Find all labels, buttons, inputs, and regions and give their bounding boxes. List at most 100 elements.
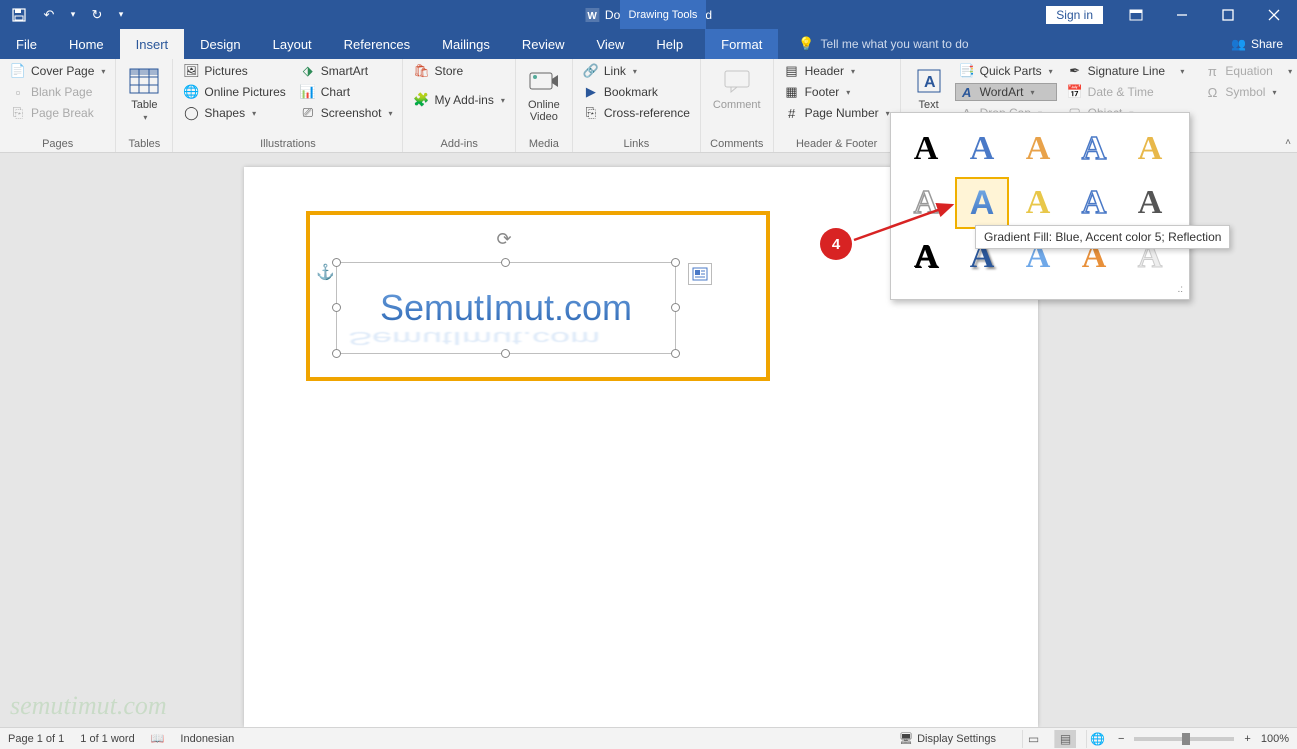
comment-icon — [721, 65, 753, 97]
close-button[interactable] — [1251, 0, 1297, 29]
group-header-footer: ▤Header▾ ▦Footer▾ #Page Number▾ Header &… — [774, 59, 901, 152]
layout-options-button[interactable] — [688, 263, 712, 285]
maximize-button[interactable] — [1205, 0, 1251, 29]
footer-icon: ▦ — [784, 84, 800, 100]
shapes-button[interactable]: ◯Shapes▾ — [179, 104, 289, 122]
footer-button[interactable]: ▦Footer▾ — [780, 83, 894, 101]
table-button[interactable]: Table▾ — [122, 62, 166, 136]
online-video-button[interactable]: Online Video — [522, 62, 566, 136]
pictures-button[interactable]: 🖼Pictures — [179, 62, 289, 80]
video-icon — [528, 65, 560, 97]
collapse-ribbon-button[interactable]: ˄ — [1285, 137, 1291, 148]
group-label-headerfooter: Header & Footer — [780, 136, 894, 150]
signature-icon: ✒ — [1067, 63, 1083, 79]
tab-insert[interactable]: Insert — [120, 29, 185, 59]
header-icon: ▤ — [784, 63, 800, 79]
status-page[interactable]: Page 1 of 1 — [8, 733, 64, 745]
symbol-button[interactable]: ΩSymbol▾ — [1200, 83, 1296, 101]
gallery-resize-icon[interactable]: .: — [1177, 284, 1183, 295]
tab-file[interactable]: File — [0, 29, 53, 59]
redo-button[interactable]: ↻ — [84, 3, 110, 27]
qat-customize[interactable]: ▾ — [114, 3, 128, 27]
tab-references[interactable]: References — [328, 29, 426, 59]
wordart-button[interactable]: AWordArt▾ — [955, 83, 1057, 101]
tab-design[interactable]: Design — [184, 29, 256, 59]
wordart-style-2[interactable]: A — [955, 123, 1009, 175]
my-addins-button[interactable]: 🧩My Add-ins▾ — [409, 91, 508, 109]
wordart-icon: A — [959, 84, 975, 100]
pagenum-icon: # — [784, 105, 800, 121]
addins-icon: 🧩 — [413, 92, 429, 108]
tab-home[interactable]: Home — [53, 29, 120, 59]
page-break-button[interactable]: ⎘Page Break — [6, 104, 109, 122]
status-language[interactable]: Indonesian — [180, 733, 234, 745]
chart-button[interactable]: 📊Chart — [296, 83, 397, 101]
wordart-style-8[interactable]: A — [1011, 177, 1065, 229]
textbox-icon: A — [913, 65, 945, 97]
group-label-illustrations: Illustrations — [179, 136, 396, 150]
tab-help[interactable]: Help — [640, 29, 699, 59]
tab-mailings[interactable]: Mailings — [426, 29, 506, 59]
link-button[interactable]: 🔗Link▾ — [579, 62, 694, 80]
screenshot-button[interactable]: ⎚Screenshot▾ — [296, 104, 397, 122]
status-proofing[interactable]: 📖 — [151, 732, 165, 745]
view-read-mode[interactable]: ▭ — [1022, 730, 1044, 748]
wordart-style-1[interactable]: A — [899, 123, 953, 175]
minimize-button[interactable] — [1159, 0, 1205, 29]
undo-button[interactable]: ↶ — [36, 3, 62, 27]
store-button[interactable]: 🛍Store — [409, 62, 508, 80]
callout-arrow — [852, 200, 972, 250]
tab-layout[interactable]: Layout — [257, 29, 328, 59]
share-button[interactable]: 👥 Share — [1217, 29, 1297, 59]
screenshot-icon: ⎚ — [300, 105, 316, 121]
tab-format[interactable]: Format — [705, 29, 778, 59]
wordart-style-3[interactable]: A — [1011, 123, 1065, 175]
cross-reference-button[interactable]: ⎘Cross-reference — [579, 104, 694, 122]
status-word-count[interactable]: 1 of 1 word — [80, 733, 134, 745]
signature-line-button[interactable]: ✒Signature Line ▾ — [1063, 62, 1189, 80]
tab-review[interactable]: Review — [506, 29, 581, 59]
bookmark-button[interactable]: ▶Bookmark — [579, 83, 694, 101]
online-pictures-button[interactable]: 🌐Online Pictures — [179, 83, 289, 101]
blank-page-icon: ▫ — [10, 84, 26, 100]
smartart-button[interactable]: ⬗SmartArt — [296, 62, 397, 80]
symbol-icon: Ω — [1204, 84, 1220, 100]
bulb-icon: 💡 — [798, 36, 814, 52]
save-button[interactable] — [6, 3, 32, 27]
group-tables: Table▾ Tables — [116, 59, 173, 152]
group-label-links: Links — [579, 136, 694, 150]
quick-parts-button[interactable]: 📑Quick Parts▾ — [955, 62, 1057, 80]
page-number-button[interactable]: #Page Number▾ — [780, 104, 894, 122]
smartart-icon: ⬗ — [300, 63, 316, 79]
date-time-button[interactable]: 📅Date & Time — [1063, 83, 1189, 101]
sign-in-button[interactable]: Sign in — [1046, 6, 1103, 24]
display-settings-button[interactable]: 🖥Display Settings — [899, 732, 996, 745]
store-icon: 🛍 — [413, 63, 429, 79]
view-web-layout[interactable]: 🌐 — [1086, 730, 1108, 748]
comment-button[interactable]: Comment — [707, 62, 767, 136]
zoom-level[interactable]: 100% — [1261, 733, 1289, 745]
view-print-layout[interactable]: ▤ — [1054, 730, 1076, 748]
equation-icon: π — [1204, 63, 1220, 79]
zoom-slider[interactable] — [1134, 737, 1234, 741]
link-icon: 🔗 — [583, 63, 599, 79]
page-break-icon: ⎘ — [10, 105, 26, 121]
wordart-style-9[interactable]: A — [1067, 177, 1121, 229]
blank-page-button[interactable]: ▫Blank Page — [6, 83, 109, 101]
wordart-text[interactable]: SemutImut.com — [380, 287, 632, 329]
header-button[interactable]: ▤Header▾ — [780, 62, 894, 80]
wordart-style-4[interactable]: A — [1067, 123, 1121, 175]
wordart-style-10[interactable]: A — [1123, 177, 1177, 229]
rotate-handle[interactable]: ⟳ — [496, 229, 511, 250]
undo-dropdown[interactable]: ▾ — [66, 3, 80, 27]
ribbon-display-options[interactable] — [1113, 0, 1159, 29]
cover-page-button[interactable]: 📄Cover Page▾ — [6, 62, 109, 80]
zoom-in-button[interactable]: + — [1244, 733, 1250, 745]
group-addins: 🛍Store 🧩My Add-ins▾ Add-ins — [403, 59, 515, 152]
zoom-out-button[interactable]: − — [1118, 733, 1124, 745]
tell-me-search[interactable]: 💡 Tell me what you want to do — [798, 29, 968, 59]
equation-button[interactable]: πEquation ▾ — [1200, 62, 1296, 80]
group-label-media: Media — [522, 136, 566, 150]
wordart-style-5[interactable]: A — [1123, 123, 1177, 175]
tab-view[interactable]: View — [580, 29, 640, 59]
